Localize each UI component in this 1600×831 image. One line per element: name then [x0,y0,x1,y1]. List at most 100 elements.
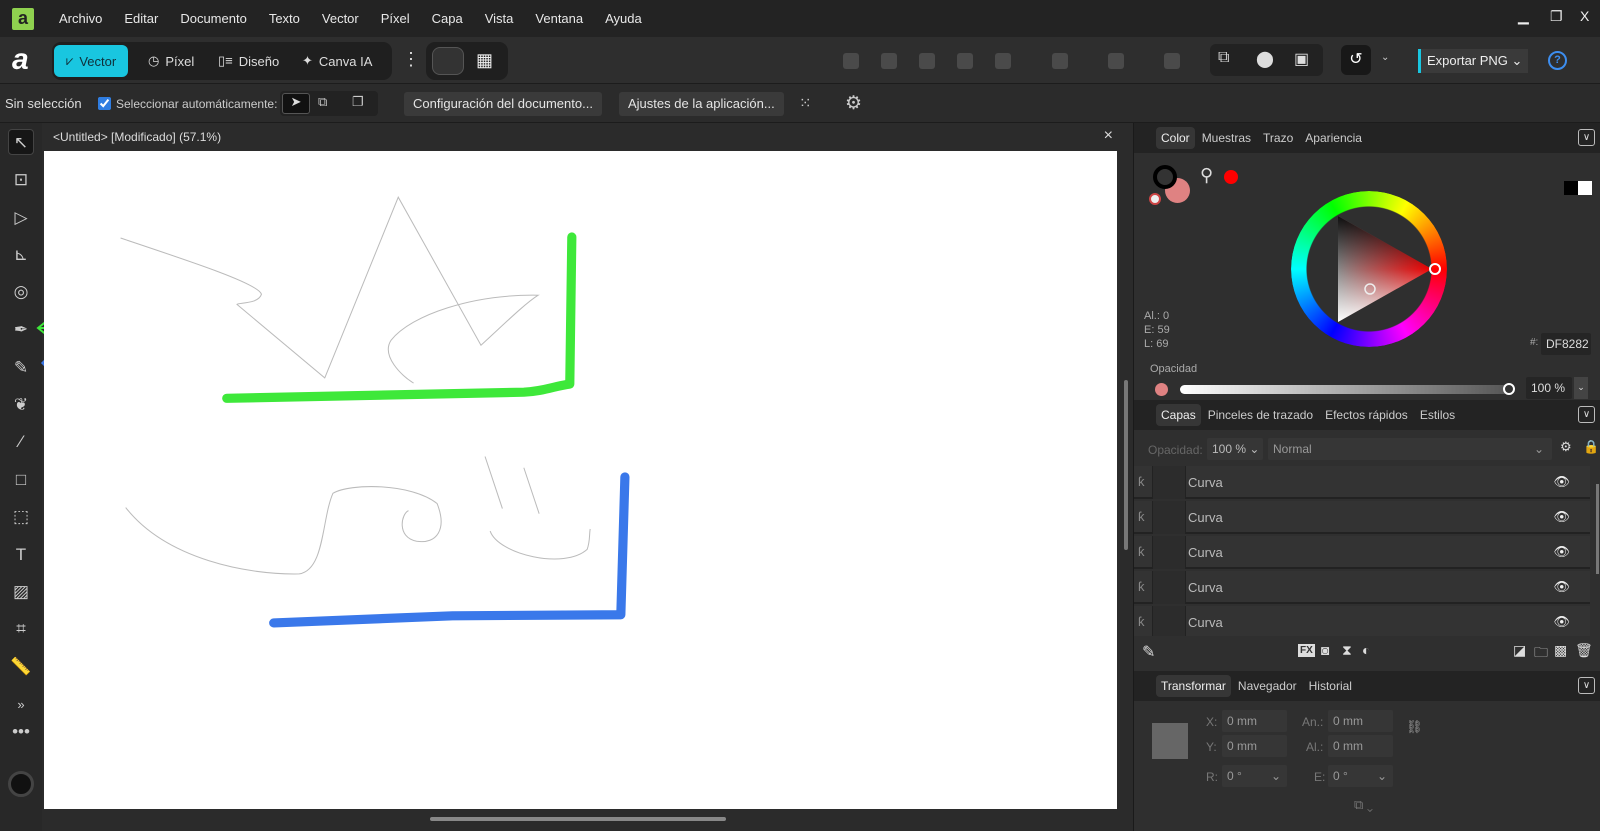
collapse-icon[interactable]: ∨ [1578,677,1595,694]
tab-color[interactable]: Color [1156,127,1195,149]
persona-canva-ai[interactable]: ✦ Canva IA [290,45,384,77]
color-triangle[interactable] [1291,191,1447,347]
opacity-input[interactable]: 100 % [1526,377,1572,399]
ellipsis-icon[interactable]: ••• [8,719,34,745]
more-tools-icon[interactable]: » [8,692,34,718]
horizontal-scrollbar[interactable] [430,817,726,821]
menu-vector[interactable]: Vector [311,11,370,26]
contrast-icon[interactable]: ◐ [1362,642,1370,658]
pencil-tool-icon[interactable]: ✎ [8,355,34,381]
move-tool-icon[interactable]: ↖ [8,129,34,155]
no-color-icon[interactable] [1149,193,1161,205]
thin-curve-1[interactable] [120,196,540,384]
black-swatch[interactable] [1564,181,1578,195]
menu-editar[interactable]: Editar [113,11,169,26]
anchor-selector[interactable] [1152,723,1188,759]
tab-swatches[interactable]: Muestras [1197,127,1256,149]
help-button[interactable]: ? [1548,51,1567,70]
thin-lines[interactable] [484,456,591,560]
text-tool-icon[interactable]: T [8,542,34,568]
document-settings-button[interactable]: Configuración del documento... [404,92,602,116]
mask-icon[interactable]: ◙ [1321,642,1329,658]
app-settings-button[interactable]: Ajustes de la aplicación... [619,92,784,116]
artboard-tool-icon[interactable]: ⊡ [8,167,34,193]
menu-capa[interactable]: Capa [421,11,474,26]
rotation-input[interactable]: 0 ° ⌄ [1222,765,1287,787]
visibility-eye-icon[interactable]: 👁 [1553,579,1570,595]
collapse-icon[interactable]: ∨ [1578,129,1595,146]
export-png-button[interactable]: Exportar PNG ⌄ [1418,49,1529,73]
visibility-eye-icon[interactable]: 👁 [1553,509,1570,525]
opacity-dropdown-icon[interactable]: ⌄ [1574,377,1588,399]
menu-vista[interactable]: Vista [474,11,525,26]
tab-styles[interactable]: Estilos [1415,404,1460,426]
more-menu-icon[interactable]: ⋮ [402,49,420,70]
minimize-button[interactable]: ▁ [1518,8,1529,25]
adjustment-icon[interactable]: ⧗ [1342,642,1352,659]
rectangle-tool-icon[interactable]: □ [8,467,34,493]
canvas[interactable] [44,151,1117,809]
menu-ayuda[interactable]: Ayuda [594,11,653,26]
opacity-slider[interactable] [1180,385,1510,394]
y-input[interactable]: 0 mm [1222,735,1287,757]
folder-icon[interactable]: 🗀 [1534,642,1548,666]
vertical-scrollbar[interactable] [1124,380,1128,550]
close-window-button[interactable]: X [1580,8,1589,24]
tab-transform[interactable]: Transformar [1156,675,1231,697]
boolean-add-icon[interactable] [843,53,859,69]
edit-icon[interactable]: ✎ [1142,642,1155,662]
vector-brush-icon[interactable]: ❦ [8,392,34,418]
fx-icon[interactable]: FX [1298,644,1315,657]
collapse-icon[interactable]: ∨ [1578,406,1595,423]
layer-opacity-dropdown[interactable]: 100 % ⌄ [1207,438,1263,460]
layers-scrollbar[interactable] [1596,484,1599,574]
close-document-button[interactable]: × [1104,127,1113,145]
persona-design[interactable]: ▯≡ Diseño [206,45,291,77]
menu-archivo[interactable]: Archivo [48,11,113,26]
persona-vector[interactable]: ⩗ Vector [54,45,129,77]
document-tab[interactable]: <Untitled> [Modificado] (57.1%) × [44,123,1131,151]
snapping-magnet-button[interactable]: ↺ [1341,45,1371,75]
gear-icon[interactable]: ⚙ [845,92,862,115]
fill-tool-icon[interactable]: ⁄ [8,429,34,455]
select-group-icon[interactable]: ⧉ [318,94,327,110]
tab-stroke-brushes[interactable]: Pinceles de trazado [1203,404,1318,426]
add-pixel-layer-icon[interactable]: ◪ [1513,642,1526,659]
shape-tool-icon[interactable]: ⬚ [8,504,34,530]
layer-row[interactable]: ƙ Curva 👁 [1134,571,1590,604]
boolean-subtract-icon[interactable] [881,53,897,69]
layer-row[interactable]: ƙ Curva 👁 [1134,606,1590,636]
layer-row[interactable]: ƙ Curva 👁 [1134,466,1590,499]
tab-navigator[interactable]: Navegador [1233,675,1302,697]
tab-layers[interactable]: Capas [1156,404,1201,426]
lock-icon[interactable]: 🔒 [1583,439,1599,455]
node-icon[interactable]: ⬤ [1256,49,1274,69]
blend-mode-dropdown[interactable]: Normal ⌄ [1268,438,1552,460]
tab-history[interactable]: Historial [1304,675,1357,697]
snapping-dropdown-icon[interactable]: ⌄ [1381,52,1389,63]
restore-button[interactable]: ❐ [1550,8,1563,25]
tab-appearance[interactable]: Apariencia [1300,127,1367,149]
layer-settings-gear-icon[interactable]: ⚙ [1560,439,1572,455]
grid-icon[interactable]: ▦ [476,50,493,71]
menu-ventana[interactable]: Ventana [524,11,594,26]
persona-pixel[interactable]: ◷ Píxel [136,45,206,77]
blue-stroke[interactable] [269,472,630,628]
menu-pixel[interactable]: Píxel [370,11,421,26]
visibility-eye-icon[interactable]: 👁 [1553,474,1570,490]
shape-builder-icon[interactable]: ◎ [8,279,34,305]
measure-tool-icon[interactable]: 📏 [8,654,34,680]
transform-options-icon[interactable]: ⧉ ⌄ [1354,797,1373,813]
shear-input[interactable]: 0 ° ⌄ [1328,765,1393,787]
trash-icon[interactable]: 🗑 [1575,642,1593,659]
height-input[interactable]: 0 mm [1328,735,1393,757]
layer-row[interactable]: ƙ Curva 👁 [1134,536,1590,569]
auto-select-checkbox[interactable] [98,97,111,110]
image-tool-icon[interactable]: ▨ [8,579,34,605]
hex-input[interactable]: DF8282 [1541,333,1591,355]
select-layers-icon[interactable]: ❐ [352,94,364,110]
flip-icon[interactable] [1108,53,1124,69]
arrange-icon[interactable] [1052,53,1068,69]
grid-snap-icon[interactable]: ⁙ [799,94,812,112]
transform-origin-icon[interactable]: ⧉ [1218,49,1229,67]
